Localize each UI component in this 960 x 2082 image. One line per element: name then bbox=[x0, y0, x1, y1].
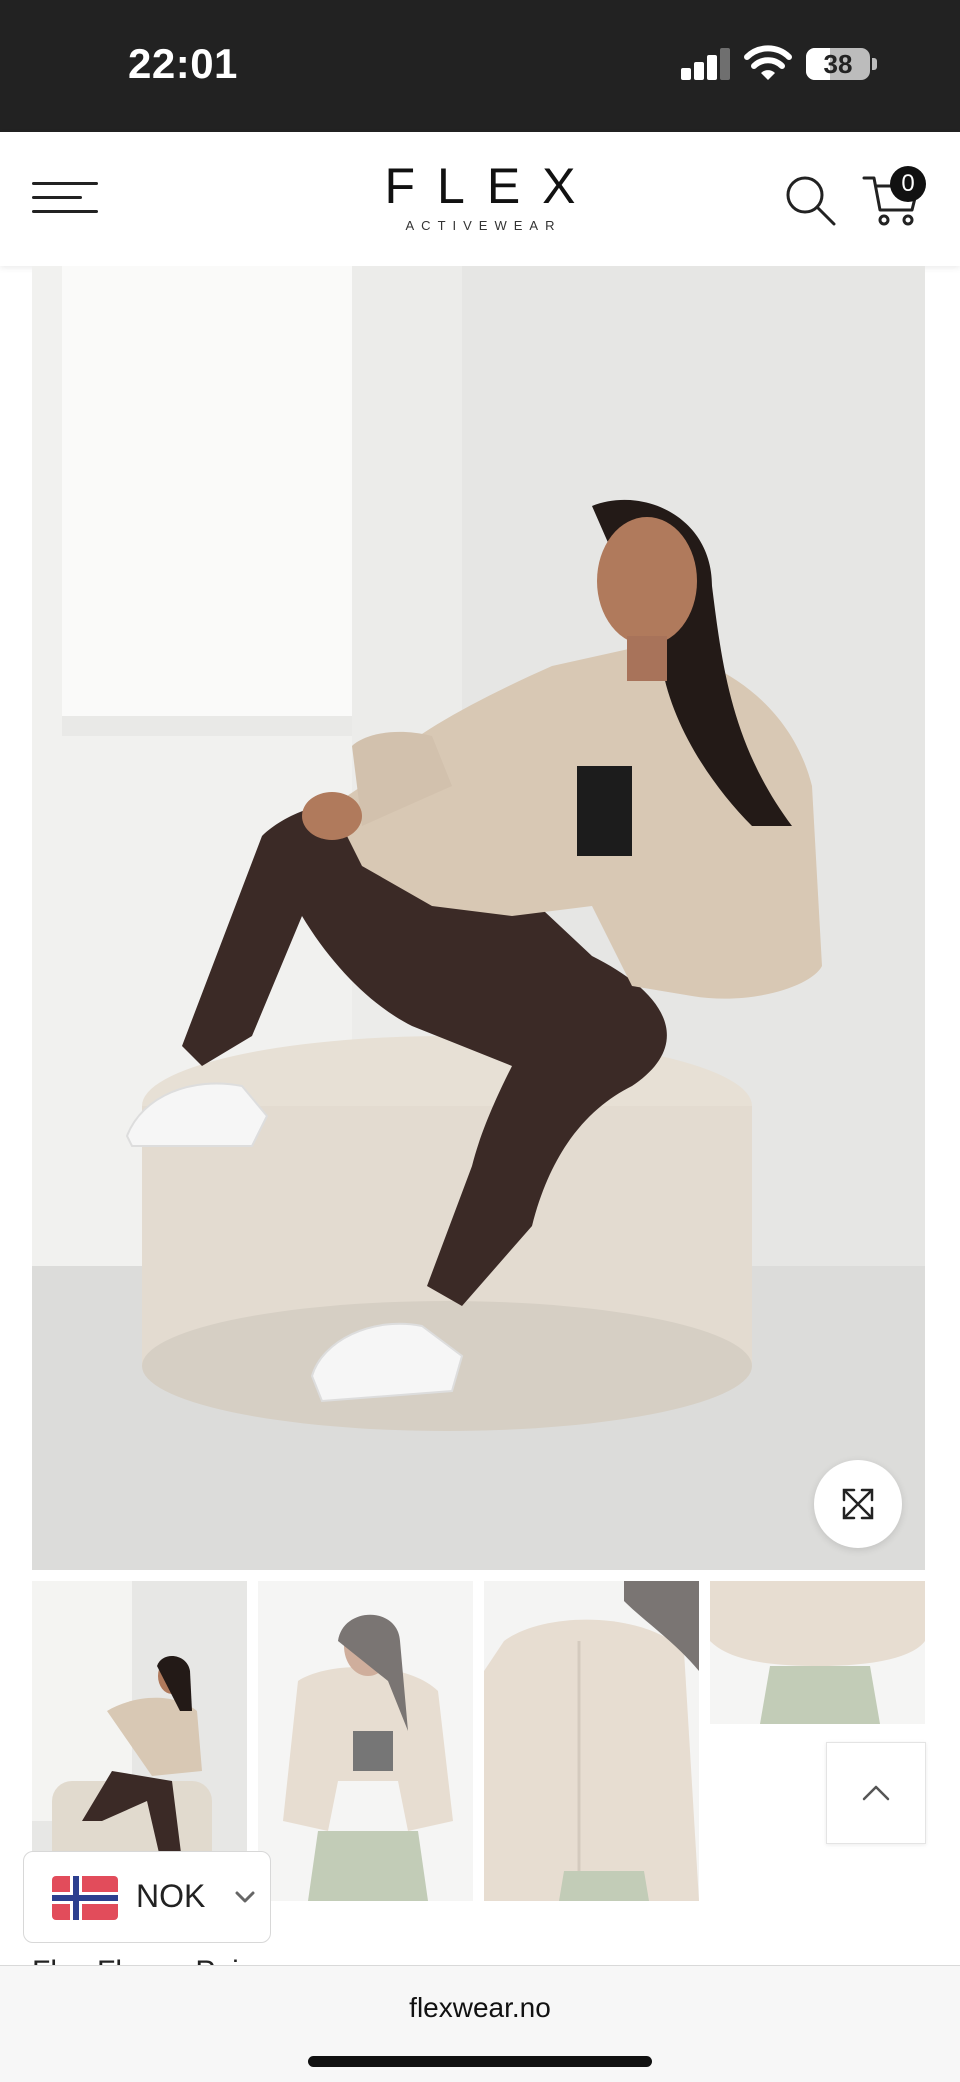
battery-icon: 38 bbox=[806, 48, 870, 80]
brand-subtitle: ACTIVEWEAR bbox=[405, 218, 562, 233]
url-text[interactable]: flexwear.no bbox=[0, 1992, 960, 2024]
back-to-top-button[interactable] bbox=[826, 1742, 926, 1844]
currency-code: NOK bbox=[136, 1878, 206, 1914]
product-thumbnail-2[interactable] bbox=[258, 1581, 473, 1901]
product-main-image[interactable] bbox=[32, 266, 925, 1570]
site-header: FLEX ACTIVEWEAR bbox=[0, 132, 960, 266]
battery-tip bbox=[872, 58, 877, 70]
hamburger-menu-icon[interactable] bbox=[32, 178, 100, 218]
currency-selector[interactable]: NOK bbox=[23, 1851, 271, 1943]
product-photo bbox=[32, 266, 925, 1570]
thumbnail-image bbox=[710, 1581, 925, 1724]
thumbnail-image bbox=[258, 1581, 473, 1901]
chevron-up-icon bbox=[862, 1785, 890, 1801]
brand-logo[interactable]: FLEX ACTIVEWEAR bbox=[360, 158, 600, 233]
wifi-icon bbox=[744, 45, 792, 80]
browser-address-bar[interactable]: flexwear.no bbox=[0, 1965, 960, 2082]
cart-count-badge[interactable]: 0 bbox=[890, 166, 926, 202]
product-thumbnail-4[interactable] bbox=[710, 1581, 925, 1724]
search-icon[interactable] bbox=[784, 174, 836, 226]
expand-icon bbox=[842, 1488, 874, 1520]
product-thumbnail-3[interactable] bbox=[484, 1581, 699, 1901]
status-bar: 22:01 38 bbox=[0, 0, 960, 132]
battery-percent: 38 bbox=[823, 49, 853, 79]
chevron-down-icon bbox=[235, 1891, 255, 1903]
home-indicator bbox=[308, 2056, 652, 2067]
brand-name: FLEX bbox=[384, 158, 598, 214]
status-time: 22:01 bbox=[128, 40, 238, 87]
thumbnail-image bbox=[484, 1581, 699, 1901]
cellular-signal-icon bbox=[681, 48, 730, 80]
norway-flag-icon bbox=[52, 1876, 118, 1920]
zoom-button[interactable] bbox=[814, 1460, 902, 1548]
